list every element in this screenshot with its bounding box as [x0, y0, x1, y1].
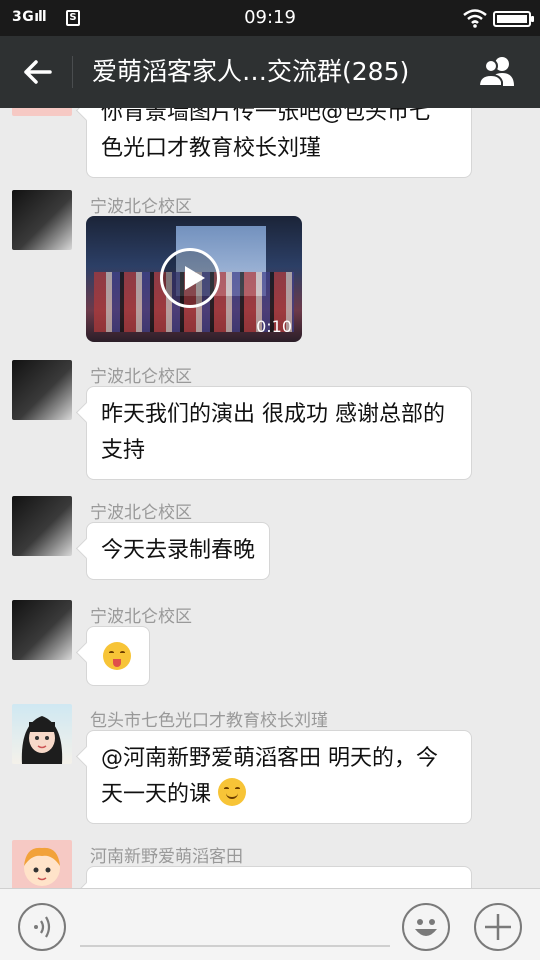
avatar[interactable]: [12, 600, 72, 660]
sender-name: 宁波北仑校区: [90, 367, 192, 387]
message-text: 昨天我们的演出 很成功 感谢总部的: [101, 402, 445, 427]
header-divider: [72, 56, 73, 88]
message-bubble[interactable]: [86, 626, 150, 686]
avatar[interactable]: [12, 704, 72, 764]
message-list[interactable]: 你肯景墙图片传一张吧@包头市七 色光口才教育校长刘瑾 宁波北仑校区 0:10 宁…: [0, 108, 540, 888]
message-text: 支持: [101, 438, 146, 463]
avatar[interactable]: [12, 190, 72, 250]
status-bar: 3Gıll S 09:19: [0, 0, 540, 36]
message-bubble[interactable]: 你肯景墙图片传一张吧@包头市七 色光口才教育校长刘瑾: [86, 108, 472, 178]
message-bubble[interactable]: 昨天我们的演出 很成功 感谢总部的 支持: [86, 386, 472, 480]
sender-name: 宁波北仑校区: [90, 197, 192, 217]
message-bubble[interactable]: @河南新野爱萌滔客田 明天的，今 天一天的课: [86, 730, 472, 824]
add-button[interactable]: [474, 903, 522, 951]
chat-header: 爱萌滔客家人…交流群(285): [0, 36, 540, 108]
sender-name: 宁波北仑校区: [90, 503, 192, 523]
avatar-cartoon: [24, 847, 60, 886]
plus-icon: [485, 914, 511, 940]
video-message[interactable]: 0:10: [86, 216, 302, 342]
smile-emoji-icon: [218, 778, 247, 806]
wifi-icon: [463, 9, 487, 28]
video-duration: 0:10: [256, 317, 292, 336]
avatar[interactable]: [12, 496, 72, 556]
message-text: 天一天的课: [101, 782, 212, 807]
emoji-icon: [415, 919, 437, 936]
message-text: 你肯景墙图片传一张吧@包头市七: [101, 108, 432, 125]
avatar-photo: [21, 716, 63, 764]
voice-button[interactable]: [18, 903, 66, 951]
back-button[interactable]: [16, 54, 56, 90]
group-members-button[interactable]: [476, 54, 520, 90]
input-bar: [0, 888, 540, 960]
voice-icon: [34, 916, 51, 938]
message-text: 色光口才教育校长刘瑾: [101, 136, 322, 161]
sender-name: 宁波北仑校区: [90, 607, 192, 627]
avatar[interactable]: [12, 840, 72, 888]
emoji-button[interactable]: [402, 903, 450, 951]
avatar[interactable]: [12, 108, 72, 116]
battery-icon: [493, 11, 534, 27]
sender-name: 河南新野爱萌滔客田: [90, 847, 243, 867]
message-text: @河南新野爱萌滔客田 明天的，今: [101, 746, 438, 771]
sender-name: 包头市七色光口才教育校长刘瑾: [90, 711, 328, 731]
avatar[interactable]: [12, 360, 72, 420]
chat-title: 爱萌滔客家人…交流群(285): [92, 57, 410, 86]
message-input[interactable]: [80, 945, 390, 947]
clock: 09:19: [244, 7, 296, 28]
message-bubble[interactable]: 今天去录制春晚: [86, 522, 271, 580]
message-text: 今天去录制春晚: [101, 538, 256, 563]
play-icon[interactable]: [160, 248, 220, 308]
tongue-wink-emoji-icon: [103, 642, 131, 670]
message-bubble[interactable]: [86, 866, 472, 888]
